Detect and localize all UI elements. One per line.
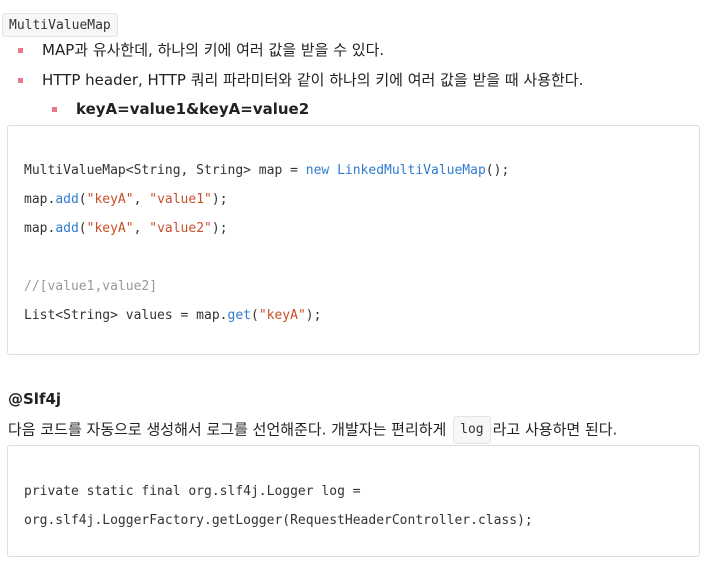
code-line-5: List<String> values = map.get("keyA"); — [24, 308, 322, 323]
multivaluemap-title-chip: MultiValueMap — [2, 13, 118, 37]
section-heading-slf4j: @Slf4j — [8, 390, 62, 408]
code-block-multivaluemap[interactable]: MultiValueMap<String, String> map = new … — [7, 125, 700, 355]
slf4j-description: 다음 코드를 자동으로 생성해서 로그를 선언해준다. 개발자는 편리하게 lo… — [8, 416, 617, 444]
bullet-text-2: HTTP header, HTTP 쿼리 파라미터와 같이 하나의 키에 여러 … — [42, 71, 584, 89]
bullet-text-3: keyA=value1&keyA=value2 — [76, 100, 310, 118]
bullet-item-1: MAP과 유사한데, 하나의 키에 여러 값을 받을 수 있다. — [18, 39, 385, 61]
bullet-marker-icon — [18, 48, 23, 53]
code-line-3: map.add("keyA", "value2"); — [24, 221, 228, 236]
para-text-after: 라고 사용하면 된다. — [492, 420, 618, 439]
para-text-before: 다음 코드를 자동으로 생성해서 로그를 선언해준다. 개발자는 편리하게 — [8, 420, 452, 439]
code-line-logger-1: private static final org.slf4j.Logger lo… — [24, 484, 361, 499]
inline-code-log: log — [453, 416, 491, 444]
code-line-1: MultiValueMap<String, String> map = new … — [24, 163, 510, 178]
code-line-logger-2: org.slf4j.LoggerFactory.getLogger(Reques… — [24, 513, 533, 528]
bullet-marker-icon — [18, 78, 23, 83]
code-block-logger[interactable]: private static final org.slf4j.Logger lo… — [7, 445, 700, 557]
code-line-2: map.add("keyA", "value1"); — [24, 192, 228, 207]
bullet-text-1: MAP과 유사한데, 하나의 키에 여러 값을 받을 수 있다. — [42, 41, 385, 59]
bullet-marker-icon — [52, 107, 57, 112]
bullet-item-3: keyA=value1&keyA=value2 — [52, 98, 310, 120]
bullet-item-2: HTTP header, HTTP 쿼리 파라미터와 같이 하나의 키에 여러 … — [18, 69, 584, 91]
code-line-comment: //[value1,value2] — [24, 279, 158, 294]
